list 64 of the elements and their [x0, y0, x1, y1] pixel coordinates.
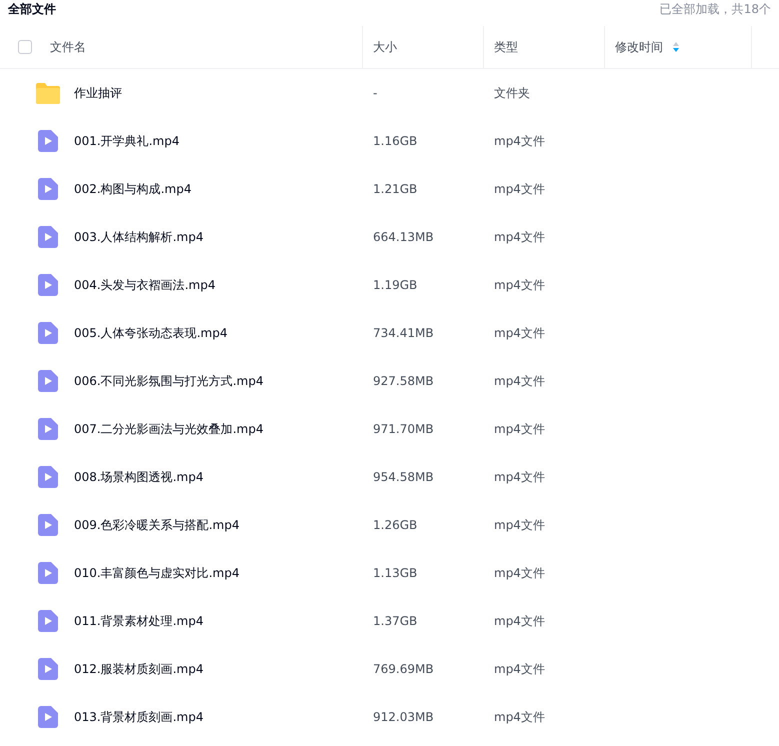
file-type: mp4文件 — [494, 564, 545, 582]
video-file-icon — [36, 514, 60, 536]
file-type: mp4文件 — [494, 468, 545, 486]
column-header[interactable]: 文件名 — [50, 26, 363, 68]
file-name[interactable]: 002.构图与构成.mp4 — [74, 180, 192, 198]
file-type: mp4文件 — [494, 372, 545, 390]
video-file-icon — [36, 370, 60, 392]
file-type: mp4文件 — [494, 180, 545, 198]
video-file-icon — [36, 466, 60, 488]
file-name[interactable]: 012.服装材质刻画.mp4 — [74, 660, 204, 678]
video-file-icon — [36, 274, 60, 296]
file-type: mp4文件 — [494, 132, 545, 150]
column-header[interactable]: 大小 — [363, 26, 484, 68]
video-file-icon — [36, 130, 60, 152]
file-type: mp4文件 — [494, 612, 545, 630]
file-type: mp4文件 — [494, 228, 545, 246]
file-name[interactable]: 009.色彩冷暖关系与搭配.mp4 — [74, 516, 240, 534]
file-size: 1.19GB — [373, 278, 418, 292]
file-type: mp4文件 — [494, 420, 545, 438]
file-type: mp4文件 — [494, 276, 545, 294]
load-status: 已全部加载，共18个 — [660, 0, 771, 18]
file-name[interactable]: 011.背景素材处理.mp4 — [74, 612, 204, 630]
file-name[interactable]: 作业抽评 — [74, 84, 122, 102]
file-name[interactable]: 007.二分光影画法与光效叠加.mp4 — [74, 420, 264, 438]
select-all-checkbox[interactable] — [18, 40, 32, 54]
file-size: 664.13MB — [373, 230, 434, 244]
file-size: 912.03MB — [373, 710, 434, 724]
video-file-icon — [36, 418, 60, 440]
video-file-icon — [36, 562, 60, 584]
video-file-icon — [36, 706, 60, 728]
file-type: mp4文件 — [494, 324, 545, 342]
file-size: 734.41MB — [373, 326, 434, 340]
file-size: 1.16GB — [373, 134, 418, 148]
file-type: mp4文件 — [494, 708, 545, 726]
video-file-icon — [36, 178, 60, 200]
file-size: 971.70MB — [373, 422, 434, 436]
file-name[interactable]: 004.头发与衣褶画法.mp4 — [74, 276, 216, 294]
file-name[interactable]: 008.场景构图透视.mp4 — [74, 468, 204, 486]
file-size: 1.21GB — [373, 182, 418, 196]
file-size: - — [373, 86, 378, 100]
column-header[interactable]: 类型 — [484, 26, 605, 68]
file-name[interactable]: 001.开学典礼.mp4 — [74, 132, 180, 150]
video-file-icon — [36, 226, 60, 248]
file-name[interactable]: 006.不同光影氛围与打光方式.mp4 — [74, 372, 264, 390]
file-type: 文件夹 — [494, 84, 530, 102]
file-type: mp4文件 — [494, 516, 545, 534]
file-size: 769.69MB — [373, 662, 434, 676]
folder-icon — [36, 82, 60, 104]
page-title: 全部文件 — [8, 0, 56, 18]
column-header[interactable]: 修改时间 — [605, 26, 752, 68]
file-name[interactable]: 013.背景材质刻画.mp4 — [74, 708, 204, 726]
file-size: 927.58MB — [373, 374, 434, 388]
video-file-icon — [36, 610, 60, 632]
sort-icon[interactable] — [673, 42, 679, 52]
file-name[interactable]: 005.人体夸张动态表现.mp4 — [74, 324, 228, 342]
file-name[interactable]: 003.人体结构解析.mp4 — [74, 228, 204, 246]
file-size: 1.26GB — [373, 518, 418, 532]
video-file-icon — [36, 322, 60, 344]
file-size: 1.13GB — [373, 566, 418, 580]
file-type: mp4文件 — [494, 660, 545, 678]
video-file-icon — [36, 658, 60, 680]
file-size: 954.58MB — [373, 470, 434, 484]
file-name[interactable]: 010.丰富颜色与虚实对比.mp4 — [74, 564, 240, 582]
file-size: 1.37GB — [373, 614, 418, 628]
